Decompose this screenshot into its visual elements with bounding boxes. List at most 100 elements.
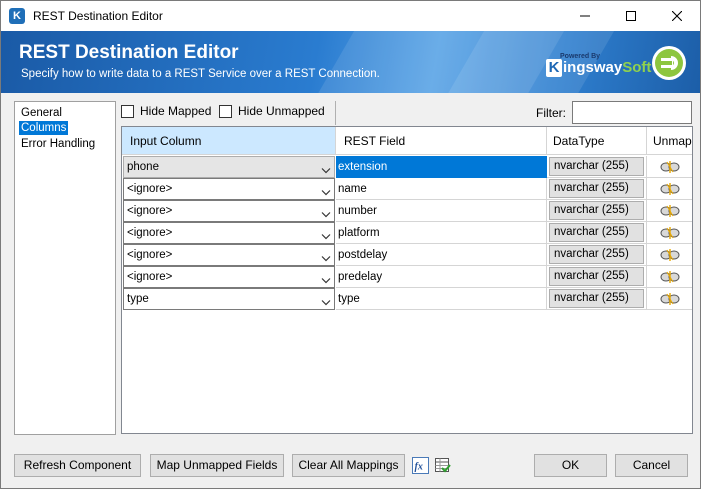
table-check-icon[interactable] [434, 457, 451, 474]
datatype-cell: nvarchar (255) [547, 200, 647, 222]
column-header-unmap[interactable]: Unmap [647, 127, 692, 155]
input-column-value: <ignore> [127, 205, 173, 217]
editor-window: K REST Destination Editor REST Destinati… [0, 0, 701, 489]
datatype-cell: nvarchar (255) [547, 266, 647, 288]
unmap-icon [659, 226, 681, 240]
app-icon: K [9, 8, 25, 24]
input-column-select[interactable]: <ignore> [123, 200, 335, 222]
unmap-icon [659, 160, 681, 174]
hide-unmapped-checkbox[interactable] [219, 105, 232, 118]
nav-item-columns[interactable]: Columns [19, 121, 69, 135]
column-header-input-column[interactable]: Input Column [122, 127, 336, 155]
unmap-icon [659, 248, 681, 262]
ok-button[interactable]: OK [534, 454, 607, 477]
rest-field-cell[interactable]: predelay [336, 266, 547, 288]
mapping-grid: Input Column REST Field DataType Unmap p… [121, 126, 693, 434]
table-row: phone extension nvarchar (255) [122, 156, 692, 178]
unmap-icon [659, 182, 681, 196]
hide-mapped-checkbox[interactable] [121, 105, 134, 118]
input-column-value: <ignore> [127, 227, 173, 239]
chevron-down-icon [321, 294, 331, 314]
table-row: <ignore> postdelay nvarchar (255) [122, 244, 692, 266]
map-unmapped-fields-button[interactable]: Map Unmapped Fields [150, 454, 284, 477]
maximize-button[interactable] [608, 1, 654, 31]
datatype-button[interactable]: nvarchar (255) [549, 201, 644, 220]
unmap-button[interactable] [647, 288, 692, 310]
datatype-cell: nvarchar (255) [547, 222, 647, 244]
table-row: <ignore> number nvarchar (255) [122, 200, 692, 222]
table-row: type type nvarchar (255) [122, 288, 692, 310]
input-column-select[interactable]: <ignore> [123, 222, 335, 244]
nav-item-general[interactable]: General [19, 106, 64, 120]
datatype-cell: nvarchar (255) [547, 178, 647, 200]
refresh-component-button[interactable]: Refresh Component [14, 454, 141, 477]
column-header-rest-field[interactable]: REST Field [336, 127, 547, 155]
unmap-button[interactable] [647, 222, 692, 244]
minimize-icon [580, 15, 590, 17]
rest-field-cell[interactable]: type [336, 288, 547, 310]
destination-logo-icon [652, 46, 686, 80]
svg-text:fx: fx [415, 462, 423, 473]
input-column-select[interactable]: <ignore> [123, 266, 335, 288]
clear-all-mappings-button[interactable]: Clear All Mappings [292, 454, 405, 477]
unmap-icon [659, 270, 681, 284]
input-column-value: <ignore> [127, 183, 173, 195]
rest-field-cell[interactable]: number [336, 200, 547, 222]
table-row: <ignore> name nvarchar (255) [122, 178, 692, 200]
logo-soft: Soft [622, 59, 652, 76]
input-column-select[interactable]: <ignore> [123, 244, 335, 266]
datatype-button[interactable]: nvarchar (255) [549, 223, 644, 242]
rest-field-cell[interactable]: extension [336, 156, 547, 178]
filter-input[interactable] [572, 101, 692, 124]
hide-unmapped-label: Hide Unmapped [238, 104, 325, 118]
datatype-button[interactable]: nvarchar (255) [549, 267, 644, 286]
datatype-button[interactable]: nvarchar (255) [549, 289, 644, 308]
table-row: <ignore> platform nvarchar (255) [122, 222, 692, 244]
toolbar-separator [335, 101, 336, 125]
datatype-cell: nvarchar (255) [547, 156, 647, 178]
datatype-button[interactable]: nvarchar (255) [549, 245, 644, 264]
logo-name: KingswaySoft [546, 59, 651, 77]
input-column-select[interactable]: type [123, 288, 335, 310]
logo-k-letter: K [546, 59, 562, 77]
nav-item-error-handling[interactable]: Error Handling [19, 137, 97, 151]
rest-field-cell[interactable]: platform [336, 222, 547, 244]
datatype-button[interactable]: nvarchar (255) [549, 157, 644, 176]
unmap-button[interactable] [647, 156, 692, 178]
header-banner: REST Destination Editor Specify how to w… [1, 31, 700, 93]
filter-label: Filter: [536, 106, 566, 120]
fx-icon[interactable]: fx [412, 457, 429, 474]
input-column-value: type [127, 293, 149, 305]
datatype-button[interactable]: nvarchar (255) [549, 179, 644, 198]
unmap-icon [659, 204, 681, 218]
column-header-datatype[interactable]: DataType [547, 127, 647, 155]
unmap-button[interactable] [647, 266, 692, 288]
nav-panel: General Columns Error Handling [14, 101, 116, 435]
close-button[interactable] [654, 1, 700, 31]
datatype-cell: nvarchar (255) [547, 288, 647, 310]
banner-subtitle: Specify how to write data to a REST Serv… [21, 68, 380, 80]
title-bar: K REST Destination Editor [1, 1, 700, 31]
cancel-button[interactable]: Cancel [615, 454, 688, 477]
close-icon [672, 11, 682, 21]
input-column-select[interactable]: phone [123, 156, 335, 178]
input-column-value: phone [127, 161, 159, 173]
window-title: REST Destination Editor [33, 9, 163, 23]
input-column-value: <ignore> [127, 249, 173, 261]
minimize-button[interactable] [562, 1, 608, 31]
rest-field-cell[interactable]: postdelay [336, 244, 547, 266]
maximize-icon [626, 11, 636, 21]
unmap-button[interactable] [647, 244, 692, 266]
kingswaysoft-logo: Powered By KingswaySoft [542, 51, 651, 77]
unmap-button[interactable] [647, 200, 692, 222]
input-column-select[interactable]: <ignore> [123, 178, 335, 200]
unmap-button[interactable] [647, 178, 692, 200]
banner-title: REST Destination Editor [19, 42, 239, 63]
rest-field-cell[interactable]: name [336, 178, 547, 200]
table-row: <ignore> predelay nvarchar (255) [122, 266, 692, 288]
datatype-cell: nvarchar (255) [547, 244, 647, 266]
hide-mapped-label: Hide Mapped [140, 104, 212, 118]
logo-brand: ingsway [563, 59, 623, 76]
input-column-value: <ignore> [127, 271, 173, 283]
unmap-icon [659, 292, 681, 306]
